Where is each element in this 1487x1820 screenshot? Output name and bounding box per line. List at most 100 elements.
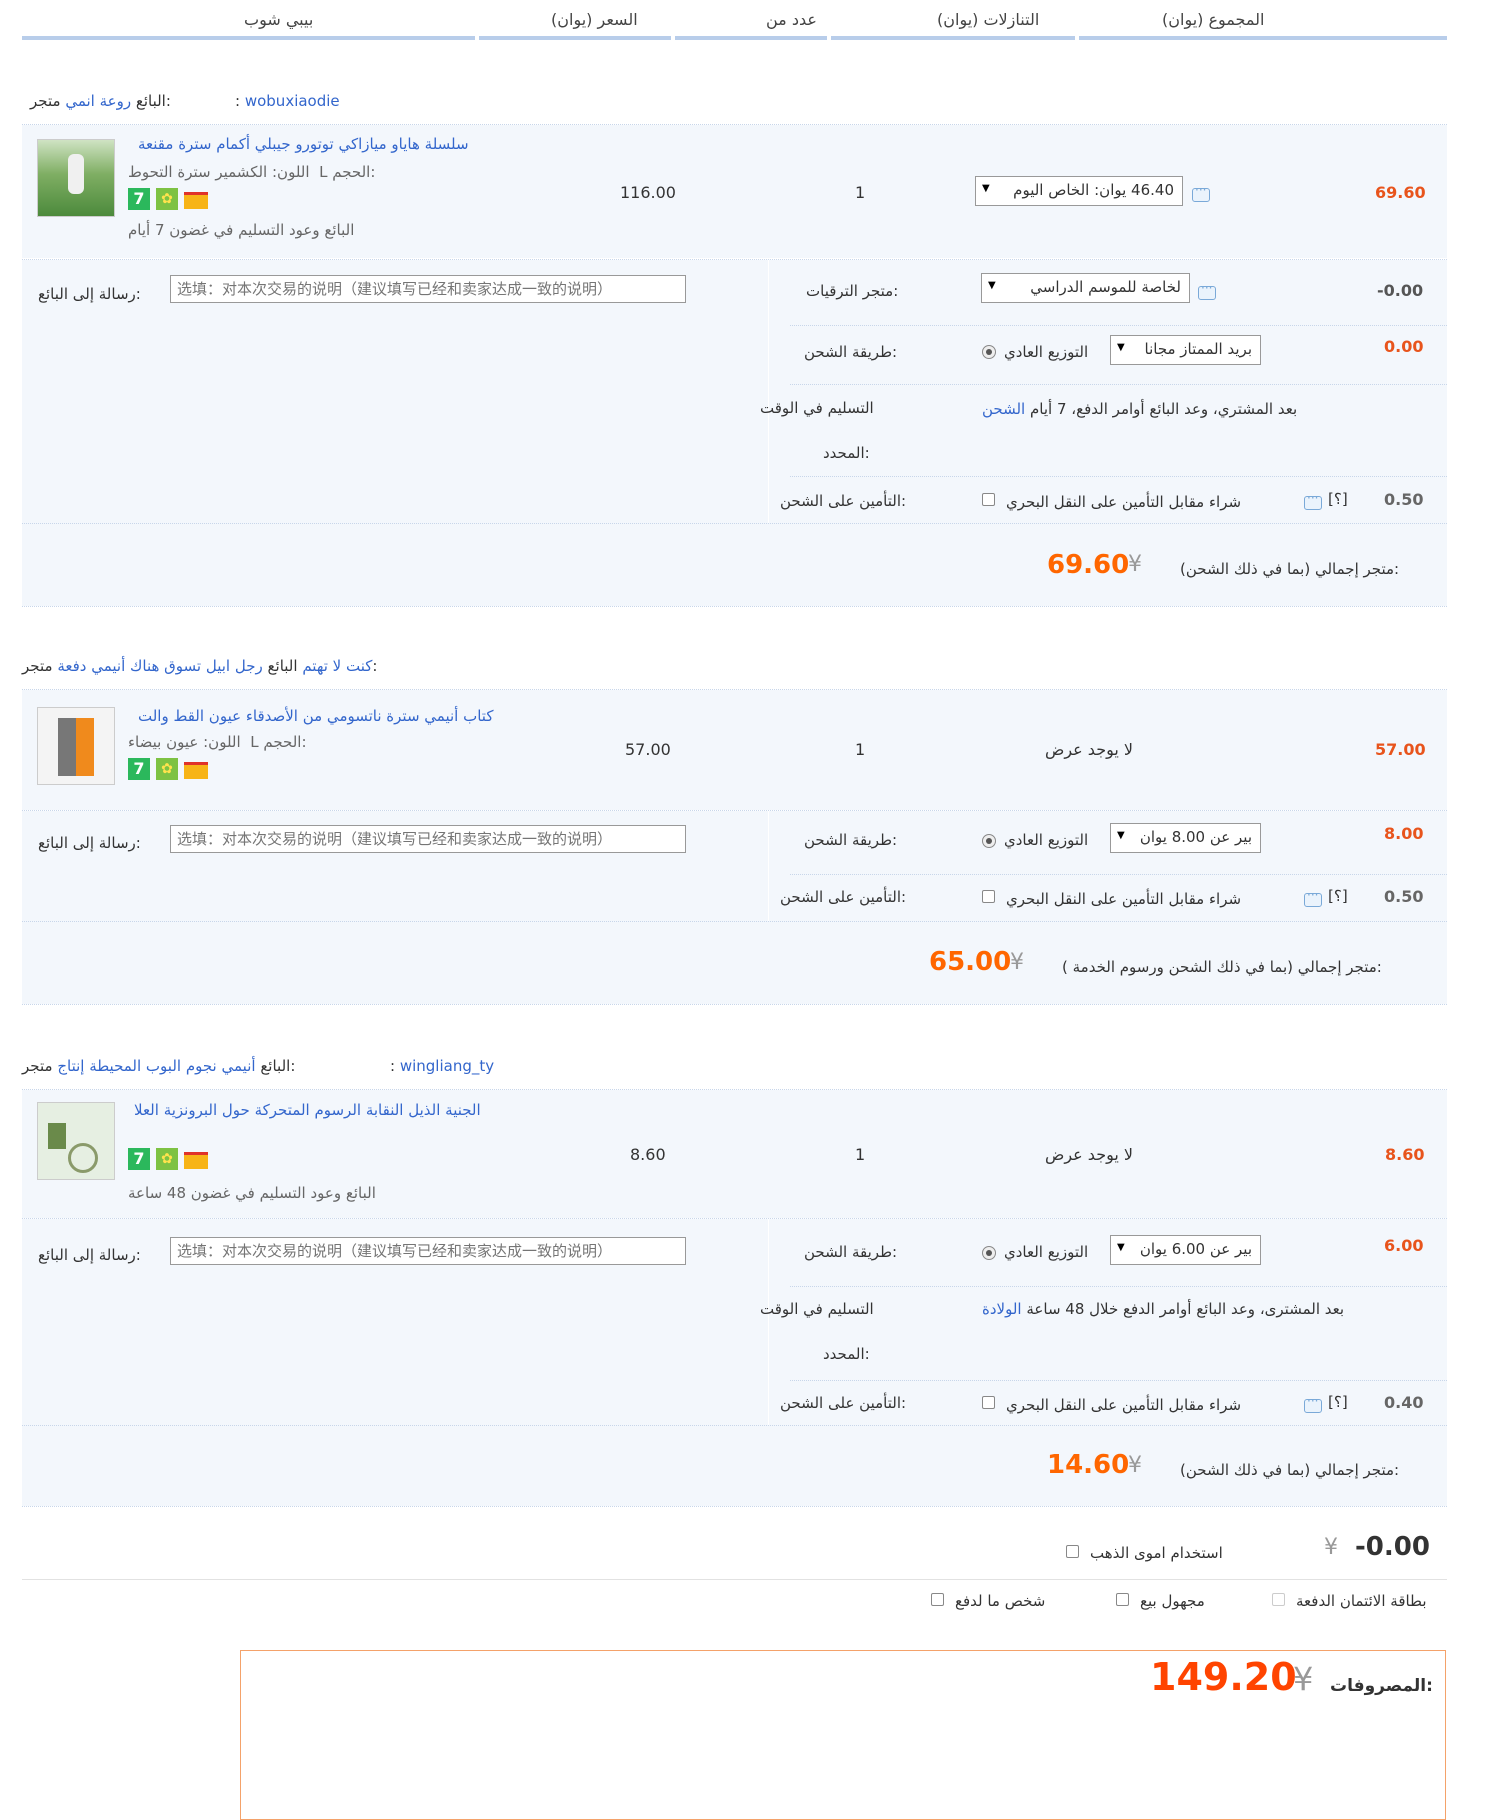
- on-time-text: بعد المشترى، وعد البائع أوامر الدفع خلال…: [982, 1300, 1344, 1318]
- summary-total: 149.20: [1150, 1655, 1297, 1699]
- shipping-radio[interactable]: [982, 1246, 996, 1260]
- insurance-help-link[interactable]: [؟]: [1328, 887, 1348, 905]
- product-thumbnail[interactable]: [37, 1102, 115, 1180]
- chat-icon[interactable]: [1304, 888, 1322, 907]
- product-title-link[interactable]: الجنية الذيل النقابة الرسوم المتحركة حول…: [134, 1101, 481, 1119]
- store-subtotal: 14.60: [1047, 1450, 1130, 1480]
- store-subtotal-label: متجر إجمالي (بما في ذلك الشحن):: [1180, 560, 1400, 578]
- store-2-name-link[interactable]: رجل ابيل تسوق هناك أنيمي دفعة: [57, 657, 262, 675]
- size-label: الحجم:: [332, 163, 376, 181]
- insurance-checkbox[interactable]: [982, 890, 995, 903]
- product-title-link[interactable]: كتاب أنيمي سترة ناتسومي من الأصدقاء عيون…: [138, 707, 493, 725]
- column-divider: [768, 260, 769, 523]
- store-2-header: كنت لا تهتم البائع رجل ابيل تسوق هناك أن…: [22, 657, 377, 675]
- divider: [790, 1380, 1447, 1381]
- chat-icon[interactable]: [1192, 183, 1210, 202]
- color-value: عيون بيضاء: [128, 733, 199, 751]
- divider: [790, 384, 1447, 385]
- dropdown-arrow-icon: ▼: [1117, 342, 1125, 353]
- summary-label: المصروفات:: [1330, 1676, 1433, 1696]
- normal-delivery-label: التوزيع العادي: [1004, 831, 1089, 849]
- divider: [22, 1579, 1447, 1580]
- discount-select[interactable]: ▼ 46.40 يوان: الخاص اليوم: [975, 176, 1183, 206]
- chat-icon[interactable]: [1198, 281, 1216, 300]
- chat-icon[interactable]: [1304, 1394, 1322, 1413]
- promo-select-value: لخاصة للموسم الدراسي: [1030, 278, 1181, 296]
- on-time-text: بعد المشتري، وعد البائع أوامر الدفع، 7 أ…: [982, 400, 1297, 418]
- pay-for-me-checkbox[interactable]: [931, 1593, 944, 1606]
- credit-card-icon[interactable]: [184, 1152, 208, 1169]
- anonymous-label: مجهول بيع: [1140, 1592, 1205, 1610]
- guarantee-icon[interactable]: ✿: [156, 188, 178, 210]
- credit-card-icon[interactable]: [184, 762, 208, 779]
- insurance-option-label: شراء مقابل التأمين على النقل البحري: [1006, 890, 1242, 908]
- divider: [22, 1425, 1447, 1426]
- pay-for-me-label: شخص ما لدفع: [955, 1592, 1046, 1610]
- shipping-select-value: بير عن 8.00 يوان: [1139, 828, 1252, 846]
- store-subtotal: 69.60: [1047, 550, 1130, 580]
- shipping-radio[interactable]: [982, 345, 996, 359]
- shipping-method-label: طريقة الشحن:: [804, 831, 898, 849]
- jacket-shape: [58, 718, 76, 776]
- insurance-value: 0.50: [1384, 490, 1424, 509]
- seller-label: البائع: [135, 92, 166, 110]
- guarantee-icon[interactable]: ✿: [156, 1148, 178, 1170]
- shipping-select[interactable]: ▼ بير عن 6.00 يوان: [1110, 1235, 1261, 1265]
- on-time-text-value: بعد المشتري، وعد البائع أوامر الدفع، 7 أ…: [1030, 400, 1298, 418]
- col-price-header: (السعر (يوان: [551, 10, 638, 29]
- store-1-seller-link[interactable]: wobuxiaodie: [245, 92, 340, 110]
- store-3-header: البائع أنيمي نجوم البوب المحيطة إنتاج مت…: [22, 1057, 295, 1075]
- credit-card-checkbox[interactable]: [1272, 1593, 1285, 1606]
- seven-day-return-icon[interactable]: 7: [128, 758, 150, 780]
- chat-icon[interactable]: [1304, 491, 1322, 510]
- insurance-label: التأمين على الشحن:: [780, 492, 907, 510]
- shipping-select[interactable]: ▼ بير عن 8.00 يوان: [1110, 823, 1261, 853]
- size-value: L: [250, 733, 259, 751]
- discount-select-value: 46.40 يوان: الخاص اليوم: [1013, 181, 1174, 199]
- use-gold-label: استخدام اموى الذهب: [1090, 1544, 1223, 1562]
- item-qty: 1: [855, 1145, 866, 1164]
- store-3-seller-link[interactable]: wingliang_ty: [400, 1057, 494, 1075]
- divider: [22, 1506, 1447, 1507]
- store-3-seller: : wingliang_ty: [390, 1057, 494, 1075]
- seven-day-return-icon[interactable]: 7: [128, 1148, 150, 1170]
- product-title-link[interactable]: سلسلة هاياو ميازاكي توتورو جيبلي أكمام س…: [138, 135, 469, 153]
- product-thumbnail[interactable]: [37, 139, 115, 217]
- message-to-seller-input[interactable]: [170, 825, 686, 853]
- credit-card-label: بطاقة الائتمان الدفعة: [1296, 1592, 1427, 1610]
- store-1-name-link[interactable]: روعة انمي: [65, 92, 131, 110]
- store-2-seller-link[interactable]: كنت لا تهتم: [302, 657, 372, 675]
- message-to-seller-input[interactable]: [170, 1237, 686, 1265]
- dropdown-arrow-icon: ▼: [1117, 1242, 1125, 1253]
- item-price: 8.60: [630, 1145, 666, 1164]
- on-time-link[interactable]: الشحن: [982, 400, 1025, 418]
- on-time-label-2: المحدد:: [823, 1345, 870, 1363]
- product-thumbnail[interactable]: [37, 707, 115, 785]
- shipping-select-value: بير عن 6.00 يوان: [1139, 1240, 1252, 1258]
- yen-symbol: ¥: [1324, 1535, 1338, 1560]
- normal-delivery-label: التوزيع العادي: [1004, 1243, 1089, 1261]
- seller-label: البائع: [260, 1057, 291, 1075]
- header-divider: [675, 36, 827, 40]
- insurance-help-link[interactable]: [؟]: [1328, 1393, 1348, 1411]
- colon: :: [390, 1057, 396, 1075]
- credit-card-icon[interactable]: [184, 192, 208, 209]
- seven-day-return-icon[interactable]: 7: [128, 188, 150, 210]
- item-qty: 1: [855, 183, 866, 202]
- guarantee-icon[interactable]: ✿: [156, 758, 178, 780]
- message-label: رسالة إلى البائع:: [38, 1246, 141, 1264]
- insurance-help-link[interactable]: [؟]: [1328, 490, 1348, 508]
- on-time-text-value: بعد المشترى، وعد البائع أوامر الدفع خلال…: [1026, 1300, 1345, 1318]
- col-discount-header: (التنازلات (يوان: [937, 10, 1040, 29]
- on-time-link[interactable]: الولادة: [982, 1300, 1022, 1318]
- anonymous-checkbox[interactable]: [1116, 1593, 1129, 1606]
- shipping-radio[interactable]: [982, 834, 996, 848]
- insurance-checkbox[interactable]: [982, 1396, 995, 1409]
- use-gold-checkbox[interactable]: [1066, 1545, 1079, 1558]
- item-total: 57.00: [1375, 740, 1426, 759]
- promo-select[interactable]: ▼ لخاصة للموسم الدراسي: [981, 273, 1190, 303]
- message-to-seller-input[interactable]: [170, 275, 686, 303]
- store-3-name-link[interactable]: أنيمي نجوم البوب المحيطة إنتاج: [57, 1057, 255, 1075]
- shipping-select[interactable]: ▼ بريد الممتاز مجانا: [1110, 335, 1261, 365]
- insurance-checkbox[interactable]: [982, 493, 995, 506]
